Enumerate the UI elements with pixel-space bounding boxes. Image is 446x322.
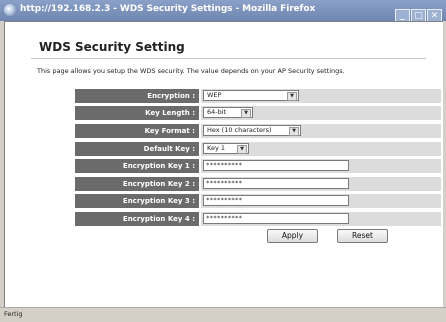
apply-button[interactable]: Apply bbox=[267, 229, 318, 243]
encryption-key-4-input[interactable]: ********** bbox=[203, 213, 349, 224]
encryption-key-3-row: Encryption Key 3 : ********** bbox=[75, 194, 441, 208]
encryption-key-3-input[interactable]: ********** bbox=[203, 195, 349, 206]
key-length-label: Key Length : bbox=[75, 106, 199, 120]
browser-window: http://192.168.2.3 - WDS Security Settin… bbox=[0, 0, 446, 322]
encryption-key-1-input[interactable]: ********** bbox=[203, 160, 349, 171]
encryption-row: Encryption : WEP ▼ bbox=[75, 89, 441, 103]
key-length-row: Key Length : 64-bit ▼ bbox=[75, 106, 441, 120]
page-description: This page allows you setup the WDS secur… bbox=[37, 67, 345, 75]
encryption-key-1-row: Encryption Key 1 : ********** bbox=[75, 159, 441, 173]
chevron-down-icon: ▼ bbox=[289, 127, 299, 136]
title-bar: http://192.168.2.3 - WDS Security Settin… bbox=[0, 0, 446, 24]
encryption-select[interactable]: WEP ▼ bbox=[203, 90, 299, 101]
default-key-select[interactable]: Key 1 ▼ bbox=[203, 143, 249, 154]
encryption-key-1-label: Encryption Key 1 : bbox=[75, 159, 199, 173]
reset-button[interactable]: Reset bbox=[337, 229, 388, 243]
page-title: WDS Security Setting bbox=[39, 40, 185, 54]
encryption-key-2-input[interactable]: ********** bbox=[203, 178, 349, 189]
encryption-key-2-row: Encryption Key 2 : ********** bbox=[75, 177, 441, 191]
chevron-down-icon: ▼ bbox=[241, 109, 251, 118]
encryption-label: Encryption : bbox=[75, 89, 199, 103]
encryption-key-4-label: Encryption Key 4 : bbox=[75, 212, 199, 226]
key-format-row: Key Format : Hex (10 characters) ▼ bbox=[75, 124, 441, 138]
default-key-label: Default Key : bbox=[75, 142, 199, 156]
encryption-key-4-row: Encryption Key 4 : ********** bbox=[75, 212, 441, 226]
encryption-key-2-label: Encryption Key 2 : bbox=[75, 177, 199, 191]
divider bbox=[31, 58, 426, 59]
page-content: WDS Security Setting This page allows yo… bbox=[4, 21, 443, 308]
chevron-down-icon: ▼ bbox=[237, 145, 247, 154]
firefox-icon bbox=[4, 4, 16, 16]
encryption-key-3-label: Encryption Key 3 : bbox=[75, 194, 199, 208]
key-format-label: Key Format : bbox=[75, 124, 199, 138]
default-key-row: Default Key : Key 1 ▼ bbox=[75, 142, 441, 156]
key-format-select[interactable]: Hex (10 characters) ▼ bbox=[203, 125, 301, 136]
status-text: Fertig bbox=[4, 310, 23, 318]
window-title: http://192.168.2.3 - WDS Security Settin… bbox=[20, 4, 316, 14]
key-length-select[interactable]: 64-bit ▼ bbox=[203, 107, 253, 118]
status-bar: Fertig bbox=[0, 307, 446, 322]
chevron-down-icon: ▼ bbox=[287, 92, 297, 101]
